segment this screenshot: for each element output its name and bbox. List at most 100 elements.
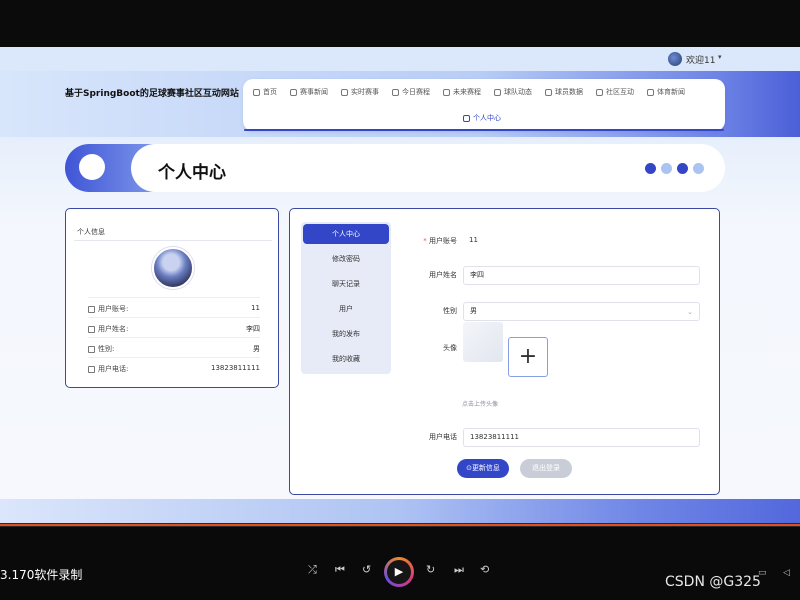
profile-card: 个人信息 用户账号: 11 用户姓名: 李四 性别: 男 用户电话: 13823… xyxy=(65,208,279,388)
user-greeting[interactable]: 欢迎11 xyxy=(686,53,715,66)
play-icon: ▶ xyxy=(387,560,411,584)
side-item-user[interactable]: 用户 xyxy=(301,299,391,319)
side-item-my-posts[interactable]: 我的发布 xyxy=(301,324,391,344)
update-info-button[interactable]: ⊙更新信息 xyxy=(457,459,509,478)
info-value: 13823811111 xyxy=(211,364,260,372)
banner-dot xyxy=(677,163,688,174)
profile-card-title: 个人信息 xyxy=(77,228,105,236)
banner-dots xyxy=(645,163,704,174)
logout-button[interactable]: 退出登录 xyxy=(520,459,572,478)
nav-label: 体育新闻 xyxy=(657,88,685,96)
page-title: 个人中心 xyxy=(158,163,226,183)
player-progress-bar[interactable] xyxy=(0,524,800,526)
account-label-text: 用户账号 xyxy=(429,237,457,245)
profile-form-card: 个人中心 修改密码 聊天记录 用户 我的发布 我的收藏 * 用户账号 11 用户… xyxy=(289,208,720,495)
nav-label: 球员数据 xyxy=(555,88,583,96)
info-value: 李四 xyxy=(246,325,260,333)
skip-back-icon[interactable]: ⏮ xyxy=(335,563,345,577)
gender-select[interactable]: 男 ⌄ xyxy=(463,302,700,321)
nav-label: 未来赛程 xyxy=(453,88,481,96)
star-icon xyxy=(290,88,297,96)
nav-item-live-match[interactable]: 实时赛事 xyxy=(341,87,379,97)
nav-item-today-schedule[interactable]: 今日赛程 xyxy=(392,87,430,97)
info-label-text: 用户电话: xyxy=(98,365,129,373)
nav-item-match-news[interactable]: 赛事新闻 xyxy=(290,87,328,97)
chevron-down-icon[interactable]: ▾ xyxy=(718,53,722,61)
nav-item-player-data[interactable]: 球员数据 xyxy=(545,87,583,97)
info-row-gender: 性别: 男 xyxy=(88,337,260,357)
nav-row: 首页 赛事新闻 实时赛事 今日赛程 未来赛程 球队动态 球员数据 社区互动 体育… xyxy=(253,87,698,97)
info-label: 用户姓名: xyxy=(88,324,128,334)
home-icon xyxy=(88,325,95,333)
skip-forward-icon[interactable]: ⏭ xyxy=(454,563,464,577)
banner-dot xyxy=(661,163,672,174)
grid-icon xyxy=(647,88,654,96)
info-row-phone: 用户电话: 13823811111 xyxy=(88,357,260,377)
side-item-change-password[interactable]: 修改密码 xyxy=(301,249,391,269)
upload-avatar-button[interactable]: + xyxy=(508,337,548,377)
info-label-text: 用户账号: xyxy=(98,305,129,313)
phone-input[interactable]: 13823811111 xyxy=(463,428,700,447)
nav-label: 社区互动 xyxy=(606,88,634,96)
info-label: 性别: xyxy=(88,344,114,354)
side-item-my-favorites[interactable]: 我的收藏 xyxy=(301,349,391,369)
info-value: 男 xyxy=(253,345,260,353)
nav-item-sports-news[interactable]: 体育新闻 xyxy=(647,87,685,97)
info-row-account: 用户账号: 11 xyxy=(88,297,260,317)
avatar-preview xyxy=(463,322,503,362)
info-value: 11 xyxy=(251,304,260,312)
gear-icon xyxy=(596,88,603,96)
name-label: 用户姓名 xyxy=(429,271,457,279)
nav-label: 个人中心 xyxy=(473,114,501,122)
update-button-label: 更新信息 xyxy=(471,464,500,472)
nav-label: 球队动态 xyxy=(504,88,532,96)
play-button[interactable]: ▶ xyxy=(384,557,414,587)
main-nav: 首页 赛事新闻 实时赛事 今日赛程 未来赛程 球队动态 球员数据 社区互动 体育… xyxy=(243,79,725,131)
volume-icon[interactable]: ◁ xyxy=(783,568,790,578)
page-footer xyxy=(0,499,800,523)
site-title: 基于SpringBoot的足球赛事社区互动网站 xyxy=(65,89,239,99)
nav-item-community[interactable]: 社区互动 xyxy=(596,87,634,97)
account-value: 11 xyxy=(469,236,478,244)
phone-label: 用户电话 xyxy=(429,433,457,441)
nav-label: 首页 xyxy=(263,88,277,96)
recorder-label: 3.170软件录制 xyxy=(0,568,83,582)
nav-label: 今日赛程 xyxy=(402,88,430,96)
home-icon xyxy=(463,114,470,122)
nav-item-future-schedule[interactable]: 未来赛程 xyxy=(443,87,481,97)
nav-item-home[interactable]: 首页 xyxy=(253,87,277,97)
forward-icon[interactable]: ↻ xyxy=(426,563,435,576)
side-item-chat-history[interactable]: 聊天记录 xyxy=(301,274,391,294)
info-label-text: 性别: xyxy=(98,345,115,353)
nav-label: 实时赛事 xyxy=(351,88,379,96)
loop-icon[interactable]: ⟲ xyxy=(480,563,489,576)
nav-active-underline xyxy=(244,129,724,131)
avatar xyxy=(152,247,194,289)
banner-circle xyxy=(79,154,105,180)
gender-selected-value: 男 xyxy=(470,307,477,315)
grid-icon xyxy=(341,88,348,96)
user-avatar[interactable] xyxy=(668,52,682,66)
info-label: 用户账号: xyxy=(88,304,128,314)
account-label: * 用户账号 xyxy=(397,236,457,246)
upload-hint: 点击上传头像 xyxy=(462,401,499,408)
banner-dot xyxy=(645,163,656,174)
home-icon xyxy=(253,88,260,96)
shuffle-icon[interactable]: ⤮ xyxy=(308,563,317,577)
watermark: CSDN @G325 xyxy=(665,574,761,590)
side-item-personal-center[interactable]: 个人中心 xyxy=(303,224,389,244)
gender-label: 性别 xyxy=(443,307,457,315)
nav-item-personal-center[interactable]: 个人中心 xyxy=(463,113,501,123)
chevron-down-icon: ⌄ xyxy=(687,308,693,316)
divider xyxy=(74,240,272,241)
name-input[interactable]: 李四 xyxy=(463,266,700,285)
home-icon xyxy=(88,365,95,373)
clock-icon xyxy=(443,88,450,96)
side-menu: 个人中心 修改密码 聊天记录 用户 我的发布 我的收藏 xyxy=(301,222,391,374)
web-page: 欢迎11 ▾ 基于SpringBoot的足球赛事社区互动网站 首页 赛事新闻 实… xyxy=(0,47,800,523)
clock-icon xyxy=(494,88,501,96)
clock-icon xyxy=(392,88,399,96)
nav-item-team-news[interactable]: 球队动态 xyxy=(494,87,532,97)
home-icon xyxy=(88,345,95,353)
rewind-icon[interactable]: ↺ xyxy=(362,563,371,576)
